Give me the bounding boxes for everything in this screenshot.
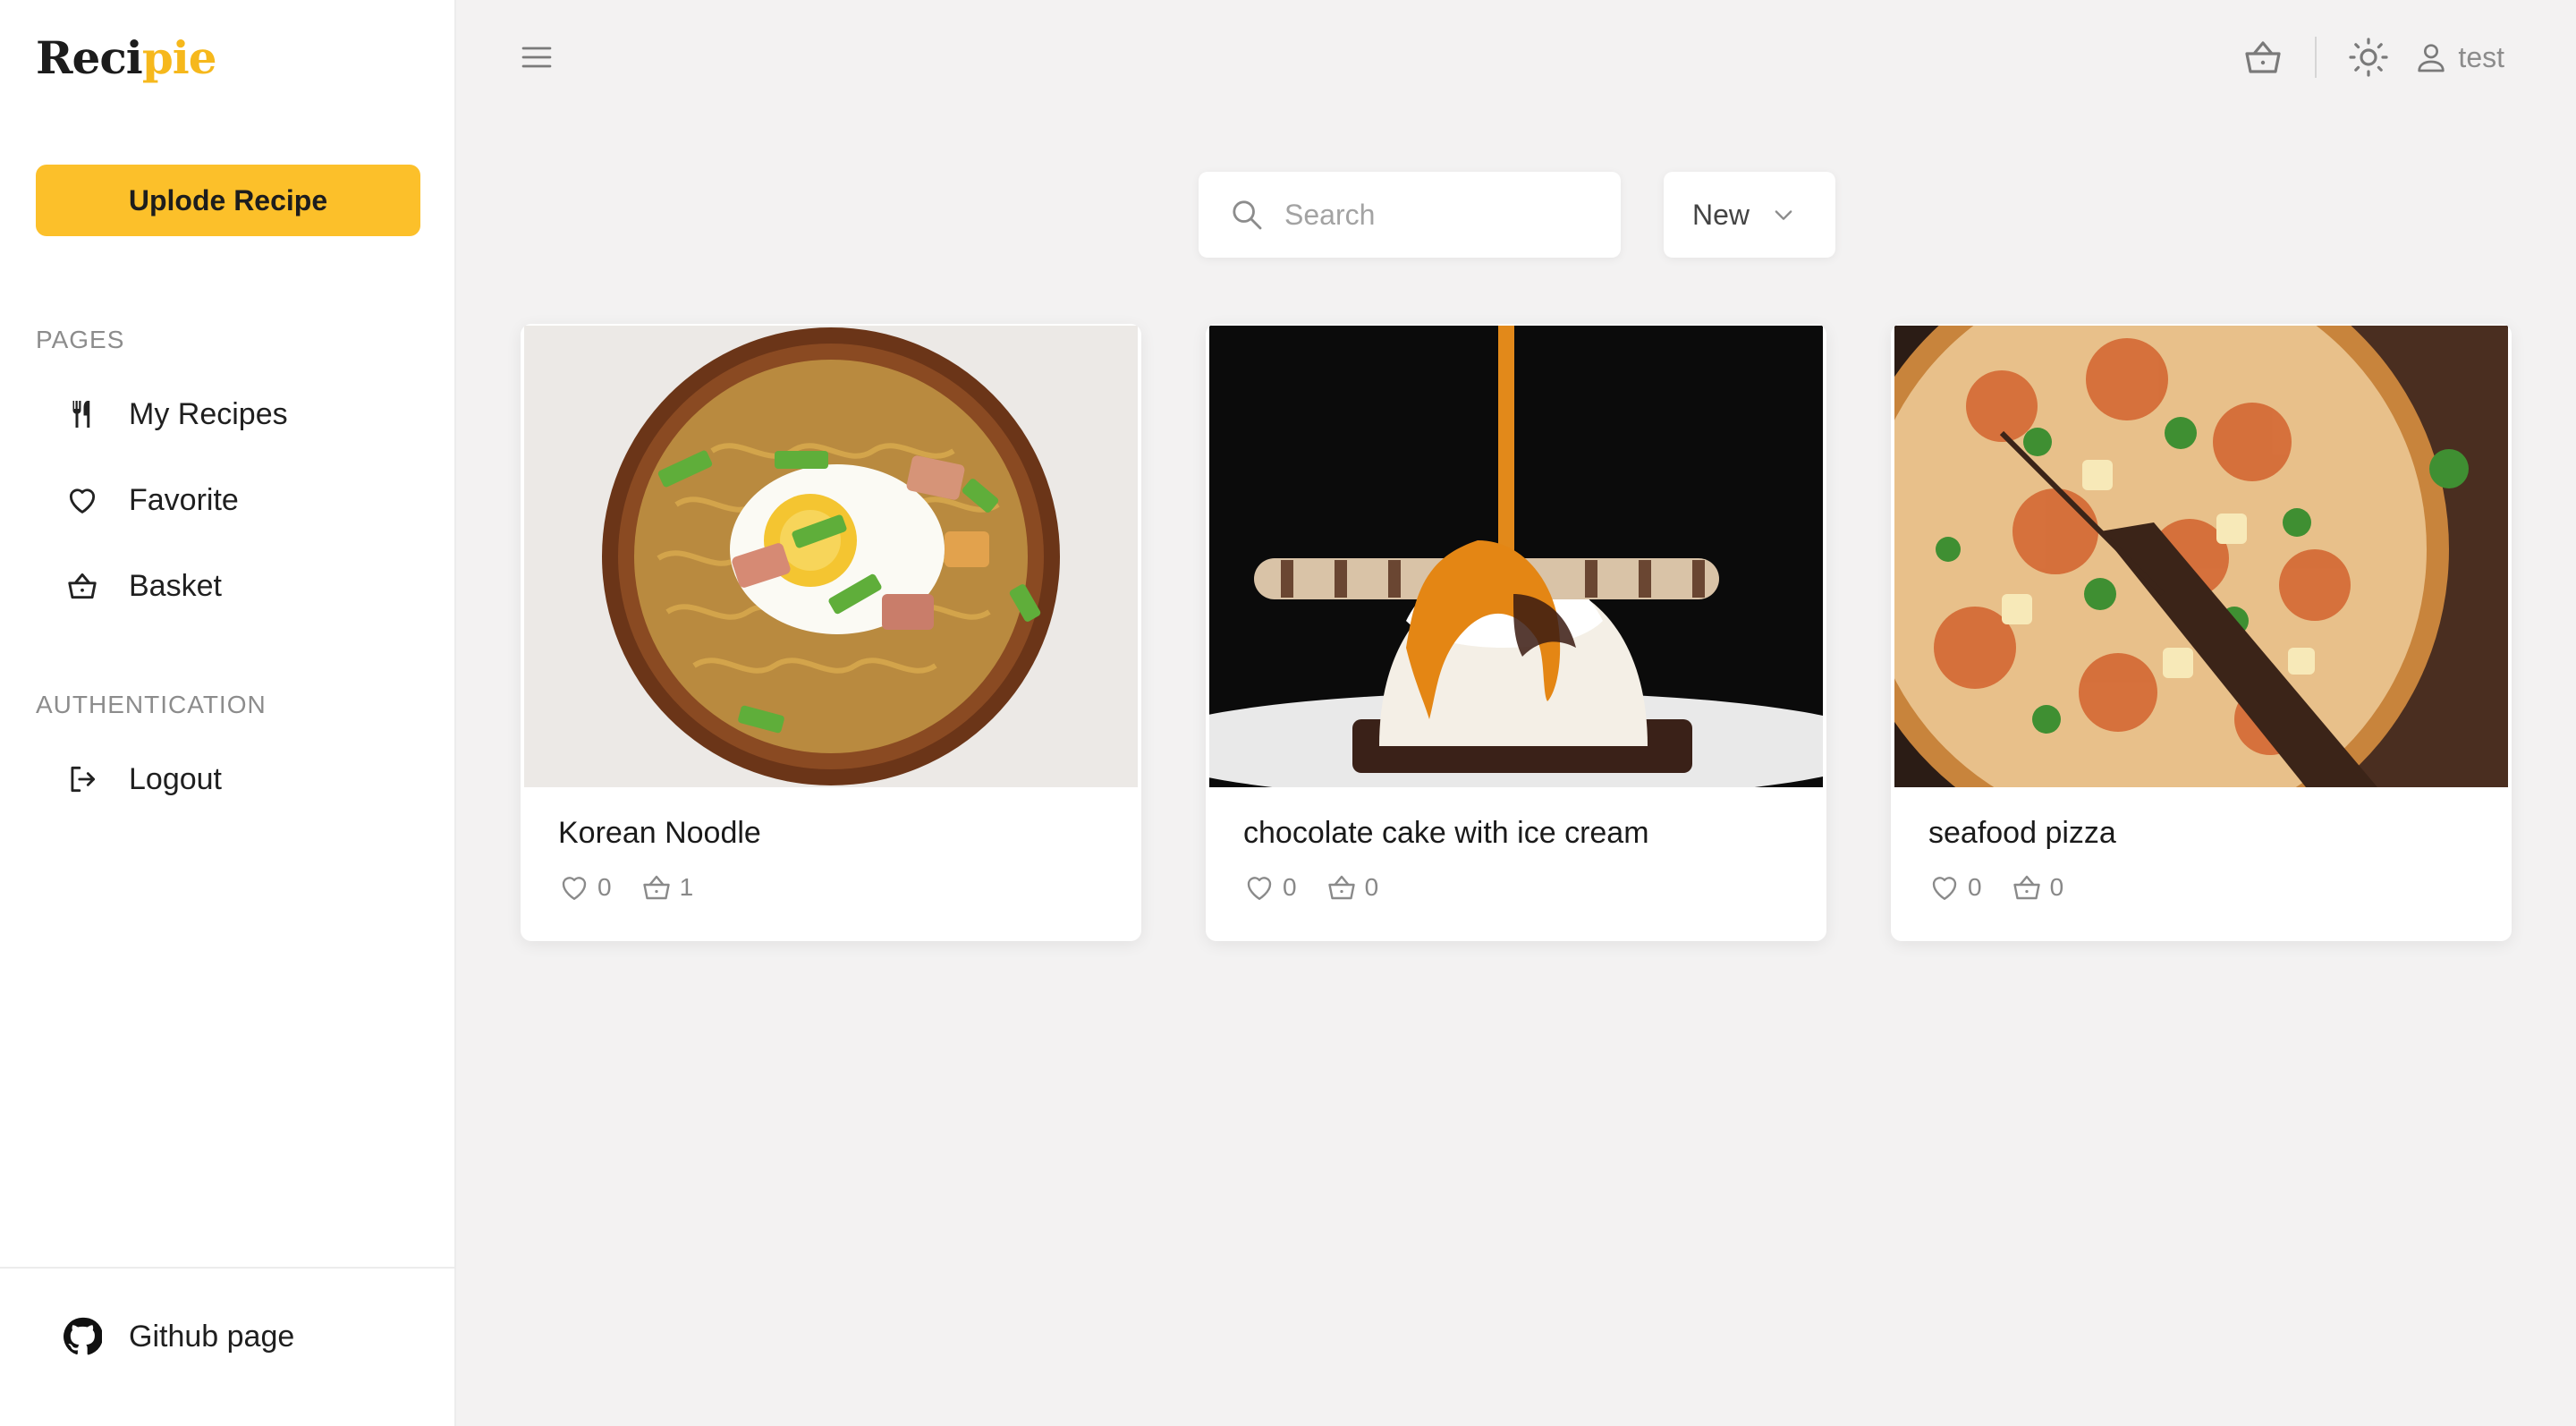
like-count[interactable]: 0 bbox=[1928, 871, 1982, 904]
sidebar-item-my-recipes[interactable]: My Recipes bbox=[36, 378, 420, 450]
github-icon bbox=[36, 1317, 129, 1356]
basket-count-value: 1 bbox=[679, 873, 694, 901]
logo-text-accent: pie bbox=[141, 31, 217, 84]
theme-toggle-button[interactable] bbox=[2342, 30, 2395, 84]
heart-icon bbox=[36, 483, 129, 517]
recipe-card[interactable]: seafood pizza 0 0 bbox=[1891, 324, 2512, 941]
like-count[interactable]: 0 bbox=[558, 871, 612, 904]
logout-icon bbox=[36, 762, 129, 796]
header-divider bbox=[2315, 37, 2318, 78]
chevron-down-icon bbox=[1775, 210, 1792, 220]
recipe-title: seafood pizza bbox=[1928, 816, 2116, 850]
like-count-value: 0 bbox=[1968, 873, 1982, 901]
hamburger-icon bbox=[521, 47, 552, 68]
basket-count[interactable]: 0 bbox=[2011, 871, 2064, 904]
like-count-value: 0 bbox=[1283, 873, 1297, 901]
logo-text-primary: Reci bbox=[36, 31, 143, 84]
username: test bbox=[2458, 40, 2504, 73]
user-icon bbox=[2418, 44, 2445, 72]
sort-selected-value: New bbox=[1692, 198, 1750, 231]
fork-knife-icon bbox=[36, 398, 129, 430]
basket-icon bbox=[36, 569, 129, 603]
basket-count[interactable]: 0 bbox=[1326, 871, 1379, 904]
user-menu[interactable]: test bbox=[2413, 39, 2504, 75]
recipe-image-korean-noodle bbox=[524, 326, 1138, 787]
sidebar-item-label: Logout bbox=[129, 761, 222, 796]
sidebar-item-label: Favorite bbox=[129, 482, 239, 517]
basket-icon bbox=[2245, 41, 2282, 73]
sidebar-item-label: Basket bbox=[129, 568, 222, 603]
github-page-label: Github page bbox=[129, 1319, 295, 1354]
recipe-image-chocolate-cake bbox=[1209, 326, 1823, 787]
basket-icon bbox=[2012, 875, 2040, 900]
basket-icon bbox=[1327, 875, 1355, 900]
sidebar-item-favorite[interactable]: Favorite bbox=[36, 464, 420, 536]
logo[interactable]: Recipie bbox=[36, 27, 217, 89]
github-page-link[interactable]: Github page bbox=[36, 1301, 294, 1372]
sidebar: Recipie Uplode Recipe PAGES My Recipes F… bbox=[0, 0, 456, 1426]
recipe-title: Korean Noodle bbox=[558, 816, 761, 850]
recipe-stats: 0 1 bbox=[558, 871, 722, 904]
basket-icon bbox=[642, 875, 670, 900]
recipe-image-seafood-pizza bbox=[1894, 326, 2508, 787]
hamburger-menu-button[interactable] bbox=[519, 39, 564, 75]
recipe-stats: 0 0 bbox=[1243, 871, 1407, 904]
sidebar-item-label: My Recipes bbox=[129, 396, 288, 431]
sidebar-item-basket[interactable]: Basket bbox=[36, 550, 420, 622]
basket-count[interactable]: 1 bbox=[640, 871, 694, 904]
recipe-stats: 0 0 bbox=[1928, 871, 2092, 904]
upload-recipe-button[interactable]: Uplode Recipe bbox=[36, 165, 420, 236]
recipe-title: chocolate cake with ice cream bbox=[1243, 816, 1649, 850]
search-icon bbox=[1233, 200, 1262, 230]
pages-section-title: PAGES bbox=[36, 326, 125, 353]
recipe-card[interactable]: chocolate cake with ice cream 0 0 bbox=[1206, 324, 1826, 941]
authentication-section-title: AUTHENTICATION bbox=[36, 691, 267, 718]
recipe-card[interactable]: Korean Noodle 0 1 bbox=[521, 324, 1141, 941]
sidebar-item-logout[interactable]: Logout bbox=[36, 743, 420, 815]
heart-icon bbox=[1247, 877, 1272, 900]
sidebar-footer: Github page bbox=[0, 1267, 456, 1426]
sun-icon bbox=[2349, 38, 2389, 77]
heart-icon bbox=[562, 877, 587, 900]
like-count[interactable]: 0 bbox=[1243, 871, 1297, 904]
search-input[interactable] bbox=[1283, 197, 1608, 233]
search-box bbox=[1199, 172, 1621, 258]
like-count-value: 0 bbox=[597, 873, 612, 901]
basket-count-value: 0 bbox=[1364, 873, 1379, 901]
header-actions: test bbox=[2236, 27, 2504, 88]
basket-count-value: 0 bbox=[2049, 873, 2064, 901]
sort-select[interactable]: New bbox=[1664, 172, 1835, 258]
heart-icon bbox=[1932, 877, 1957, 900]
basket-button[interactable] bbox=[2236, 30, 2290, 84]
